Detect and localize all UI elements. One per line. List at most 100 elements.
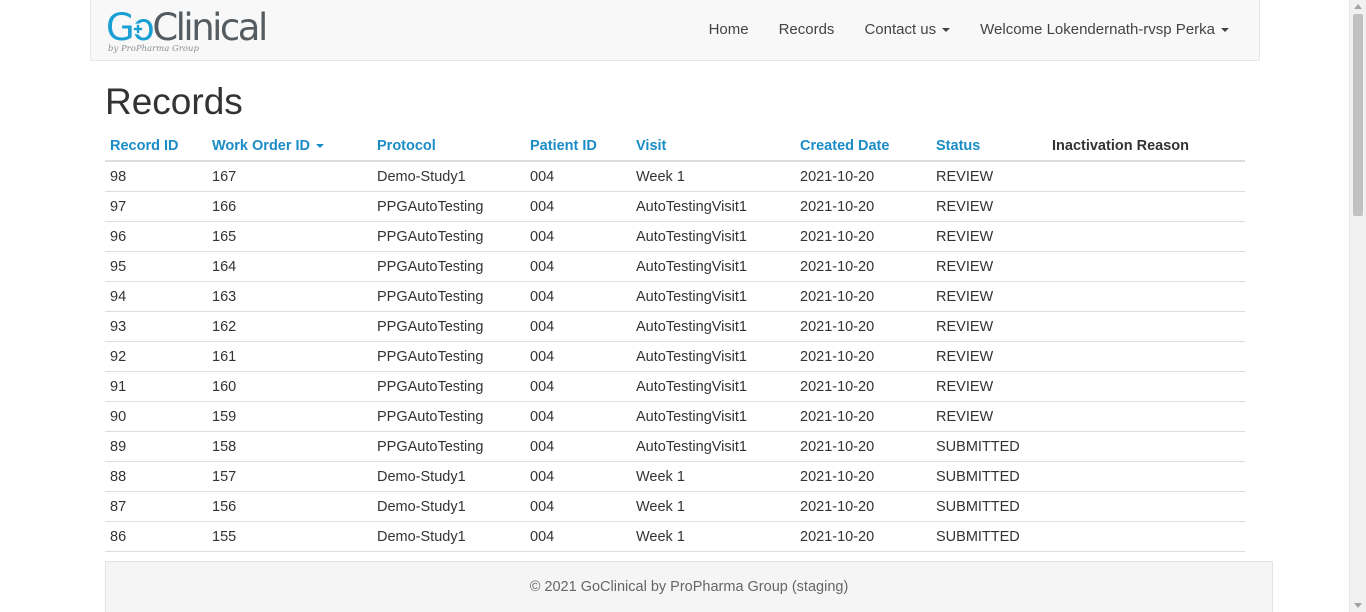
cell-record-id: 92 <box>105 341 207 372</box>
caret-down-icon <box>1221 28 1229 32</box>
table-row[interactable]: 98 167 Demo-Study1 004 Week 1 2021-10-20 REVIE… <box>105 161 1245 192</box>
cell-inactivation-reason <box>1047 491 1245 522</box>
table-row[interactable]: 90 159 PPGAutoTesting 004 AutoTestingVisit1 2… <box>105 401 1245 432</box>
cell-work-order-id: 161 <box>207 341 372 372</box>
cell-visit: AutoTestingVisit1 <box>631 431 795 462</box>
column-header-label: Protocol <box>377 137 436 154</box>
cell-work-order-id: 165 <box>207 221 372 252</box>
cell-patient-id: 004 <box>525 251 631 282</box>
caret-down-icon <box>942 28 951 32</box>
nav-menu: Home Records Contact us Welcome Lokender… <box>694 0 1259 60</box>
cell-patient-id: 004 <box>525 491 631 522</box>
cell-inactivation-reason <box>1047 281 1245 312</box>
table-row[interactable]: 95 164 PPGAutoTesting 004 AutoTestingVisit1 2… <box>105 251 1245 282</box>
table-row[interactable]: 94 163 PPGAutoTesting 004 AutoTestingVisit1 2… <box>105 281 1245 312</box>
sort-caret-down-icon <box>316 143 325 148</box>
cell-record-id: 98 <box>105 161 207 192</box>
cell-work-order-id: 163 <box>207 281 372 312</box>
cell-protocol: PPGAutoTesting <box>372 251 525 282</box>
column-header-status[interactable]: Status <box>931 131 1047 162</box>
nav-user-dropdown[interactable]: Welcome Lokendernath-rvsp Perka <box>965 0 1259 60</box>
cell-patient-id: 004 <box>525 431 631 462</box>
table-body: 98 167 Demo-Study1 004 Week 1 2021-10-20 REVIE… <box>105 161 1245 552</box>
cell-visit: AutoTestingVisit1 <box>631 221 795 252</box>
cell-work-order-id: 158 <box>207 431 372 462</box>
cell-created-date: 2021-10-20 <box>795 371 931 402</box>
cell-record-id: 90 <box>105 401 207 432</box>
table-row[interactable]: 92 161 PPGAutoTesting 004 AutoTestingVisit1 2… <box>105 341 1245 372</box>
cell-inactivation-reason <box>1047 221 1245 252</box>
column-header-inactivation-reason: Inactivation Reason <box>1047 131 1245 162</box>
cell-inactivation-reason <box>1047 521 1245 552</box>
cell-protocol: PPGAutoTesting <box>372 281 525 312</box>
table-row[interactable]: 96 165 PPGAutoTesting 004 AutoTestingVisit1 2… <box>105 221 1245 252</box>
table-row[interactable]: 87 156 Demo-Study1 004 Week 1 2021-10-20 SUBMI… <box>105 491 1245 522</box>
cell-patient-id: 004 <box>525 281 631 312</box>
cell-patient-id: 004 <box>525 221 631 252</box>
page: GoClinical by ProPharma Group Home Recor… <box>0 0 1366 612</box>
page-title: Records <box>105 81 243 122</box>
cell-status: REVIEW <box>931 191 1047 222</box>
cell-record-id: 88 <box>105 461 207 492</box>
cell-status: REVIEW <box>931 311 1047 342</box>
cell-visit: Week 1 <box>631 161 795 192</box>
cell-patient-id: 004 <box>525 461 631 492</box>
column-header-label: Status <box>936 137 981 154</box>
column-header-patient-id[interactable]: Patient ID <box>525 131 631 162</box>
cell-created-date: 2021-10-20 <box>795 311 931 342</box>
cell-work-order-id: 157 <box>207 461 372 492</box>
cell-record-id: 89 <box>105 431 207 462</box>
cell-patient-id: 004 <box>525 311 631 342</box>
cell-visit: Week 1 <box>631 491 795 522</box>
cell-status: REVIEW <box>931 251 1047 282</box>
table-row[interactable]: 93 162 PPGAutoTesting 004 AutoTestingVisit1 2… <box>105 311 1245 342</box>
cell-work-order-id: 162 <box>207 311 372 342</box>
nav-records-label: Records <box>778 21 835 38</box>
scrollbar-thumb[interactable] <box>1353 14 1363 216</box>
cell-visit: AutoTestingVisit1 <box>631 371 795 402</box>
cell-work-order-id: 156 <box>207 491 372 522</box>
table-row[interactable]: 97 166 PPGAutoTesting 004 AutoTestingVisit1 2… <box>105 191 1245 222</box>
cell-inactivation-reason <box>1047 341 1245 372</box>
page-footer: © 2021 GoClinical by ProPharma Group (st… <box>105 561 1273 612</box>
cell-created-date: 2021-10-20 <box>795 461 931 492</box>
nav-contact-dropdown[interactable]: Contact us <box>849 0 965 60</box>
cell-work-order-id: 166 <box>207 191 372 222</box>
column-header-protocol[interactable]: Protocol <box>372 131 525 162</box>
column-header-work-order-id[interactable]: Work Order ID <box>207 131 372 162</box>
cell-status: REVIEW <box>931 281 1047 312</box>
table-row[interactable]: 89 158 PPGAutoTesting 004 AutoTestingVisit1 2… <box>105 431 1245 462</box>
cell-protocol: Demo-Study1 <box>372 161 525 192</box>
table-row[interactable]: 86 155 Demo-Study1 004 Week 1 2021-10-20 SUBMI… <box>105 521 1245 552</box>
column-header-label: Patient ID <box>530 137 597 154</box>
cell-protocol: PPGAutoTesting <box>372 221 525 252</box>
column-header-created-date[interactable]: Created Date <box>795 131 931 162</box>
cell-status: REVIEW <box>931 371 1047 402</box>
cell-status: REVIEW <box>931 341 1047 372</box>
cell-created-date: 2021-10-20 <box>795 401 931 432</box>
column-header-label: Inactivation Reason <box>1052 137 1189 154</box>
vertical-scrollbar[interactable] <box>1349 0 1366 612</box>
cell-status: REVIEW <box>931 401 1047 432</box>
cell-record-id: 97 <box>105 191 207 222</box>
cell-inactivation-reason <box>1047 461 1245 492</box>
cell-created-date: 2021-10-20 <box>795 281 931 312</box>
cell-inactivation-reason <box>1047 251 1245 282</box>
cell-patient-id: 004 <box>525 521 631 552</box>
nav-records[interactable]: Records <box>764 0 850 60</box>
table-row[interactable]: 91 160 PPGAutoTesting 004 AutoTestingVisit1 2… <box>105 371 1245 402</box>
cell-patient-id: 004 <box>525 341 631 372</box>
column-header-visit[interactable]: Visit <box>631 131 795 162</box>
cell-inactivation-reason <box>1047 191 1245 222</box>
cell-work-order-id: 160 <box>207 371 372 402</box>
column-header-record-id[interactable]: Record ID <box>105 131 207 162</box>
goclinical-logo[interactable]: GoClinical by ProPharma Group <box>106 6 268 56</box>
scroll-up-arrow-icon[interactable] <box>1354 4 1362 9</box>
nav-home[interactable]: Home <box>694 0 764 60</box>
cell-visit: AutoTestingVisit1 <box>631 191 795 222</box>
cell-record-id: 91 <box>105 371 207 402</box>
cell-created-date: 2021-10-20 <box>795 191 931 222</box>
scroll-down-arrow-icon[interactable] <box>1354 603 1362 608</box>
table-row[interactable]: 88 157 Demo-Study1 004 Week 1 2021-10-20 SUBMI… <box>105 461 1245 492</box>
cell-record-id: 87 <box>105 491 207 522</box>
